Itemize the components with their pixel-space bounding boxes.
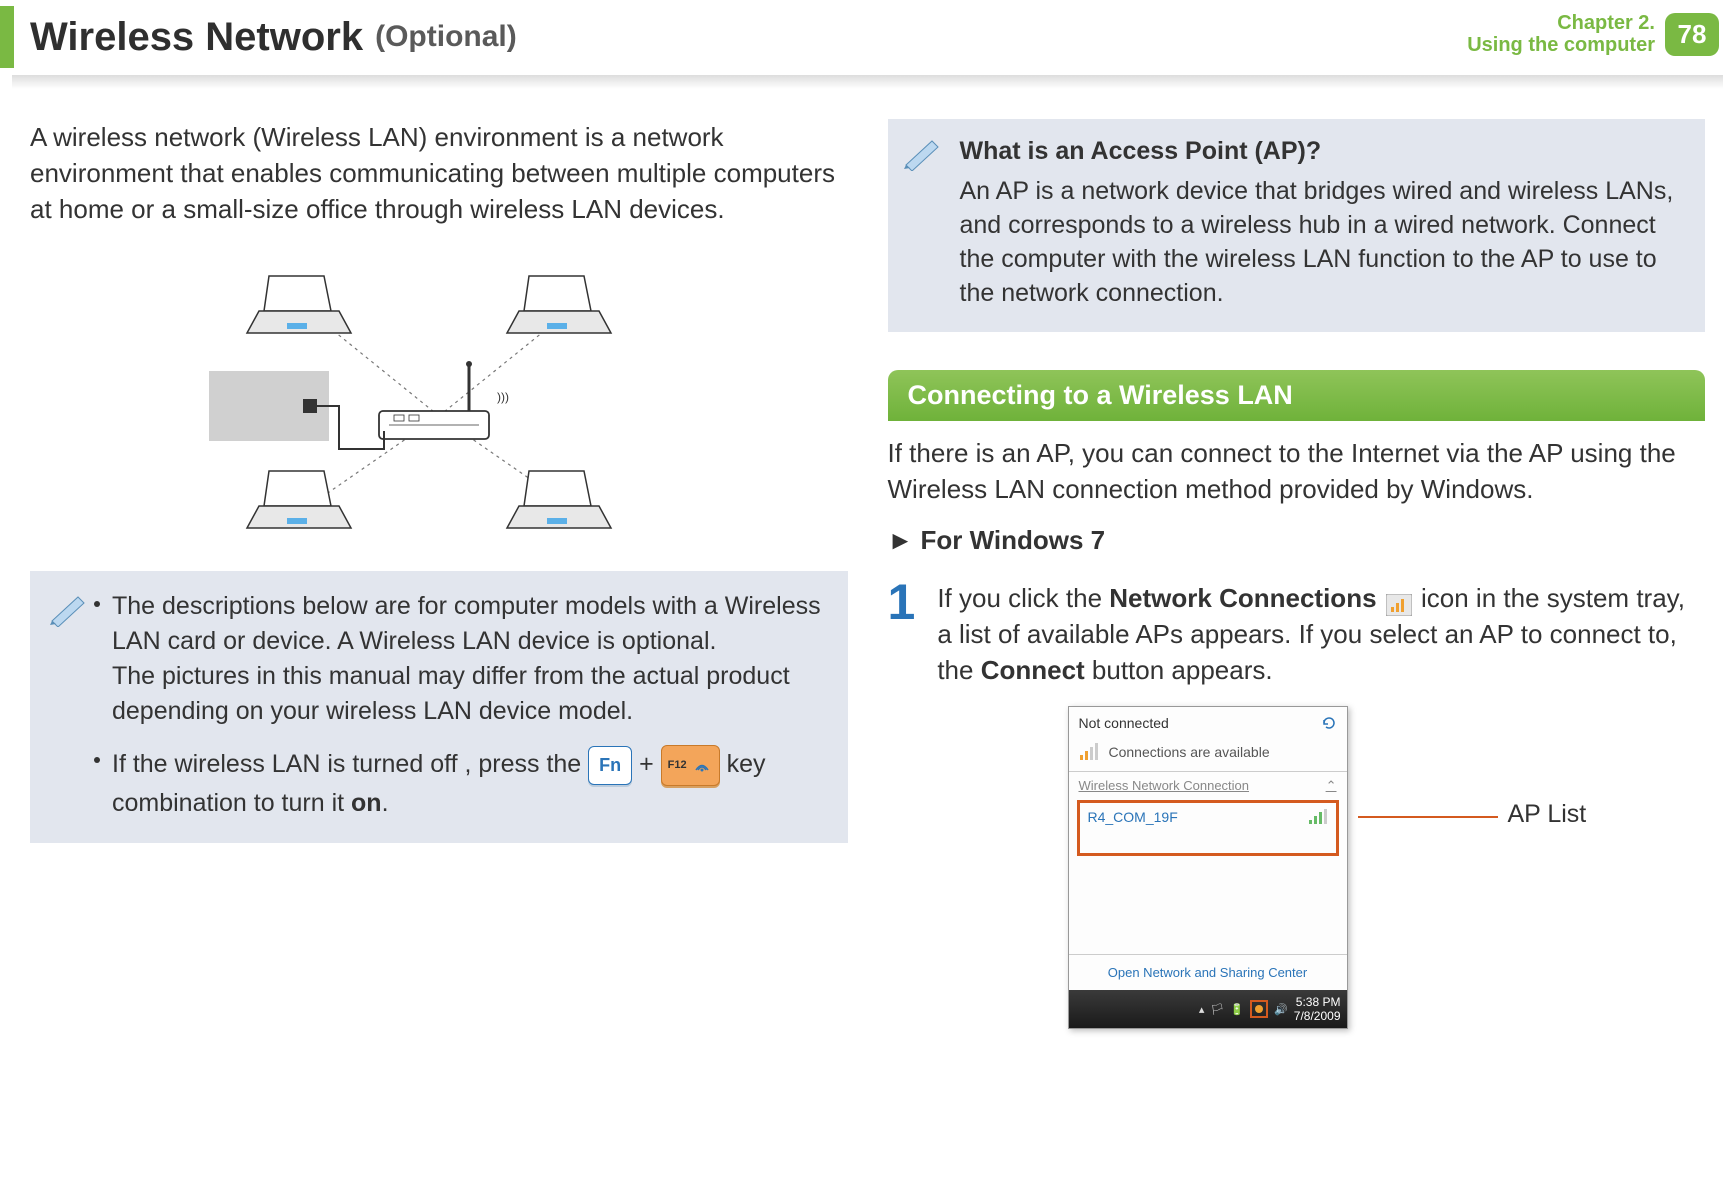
ap-list-item[interactable]: R4_COM_19F — [1077, 800, 1339, 856]
screenshot-callout-wrap: Not connected Connections are available … — [1068, 706, 1706, 1029]
intro-paragraph: A wireless network (Wireless LAN) enviro… — [30, 119, 848, 227]
ap-definition-box: What is an Access Point (AP)? An AP is a… — [888, 119, 1706, 332]
connections-row: Connections are available — [1069, 739, 1347, 771]
chapter-line-2: Using the computer — [1467, 34, 1655, 56]
network-connections-label: Network Connections — [1109, 583, 1376, 613]
callout-line — [1358, 816, 1498, 818]
section-intro: If there is an AP, you can connect to th… — [888, 435, 1706, 507]
note-on-word: on — [351, 789, 382, 817]
taskbar: ▴ 🏳 🔋 🔊 5:38 PM 7/8/2009 — [1069, 990, 1347, 1028]
ap-name-label: R4_COM_19F — [1088, 809, 1178, 825]
signal-bars-icon — [1308, 809, 1328, 825]
bullet-icon — [94, 601, 100, 607]
flag-icon[interactable]: 🏳 — [1210, 1003, 1224, 1016]
f12-key-label: F12 — [668, 748, 687, 783]
note-text-2a: If the wireless LAN is turned off , pres… — [112, 750, 588, 778]
note-period: . — [382, 789, 389, 817]
header-accent-bar — [0, 6, 14, 68]
chapter-line-1: Chapter 2. — [1467, 12, 1655, 34]
right-column: What is an Access Point (AP)? An AP is a… — [888, 119, 1706, 1029]
ap-question-heading: What is an Access Point (AP)? — [960, 137, 1684, 166]
clock-date: 7/8/2009 — [1294, 1009, 1341, 1023]
battery-icon[interactable]: 🔋 — [1230, 1003, 1244, 1016]
step-number-1: 1 — [888, 580, 916, 688]
note-text-1b: The pictures in this manual may differ f… — [112, 662, 790, 725]
connections-available-label: Connections are available — [1109, 744, 1270, 760]
network-connections-icon — [1386, 589, 1412, 611]
step-1-text: If you click the Network Connections ico… — [937, 580, 1705, 688]
tray-icons: ▴ 🏳 🔋 🔊 — [1199, 1000, 1288, 1018]
left-column: A wireless network (Wireless LAN) enviro… — [30, 119, 848, 1029]
volume-icon[interactable]: 🔊 — [1274, 1003, 1288, 1016]
chapter-info: Chapter 2. Using the computer — [1467, 12, 1655, 56]
note-icon — [48, 591, 88, 627]
network-popup-screenshot: Not connected Connections are available … — [1068, 706, 1348, 1029]
page-subtitle: (Optional) — [375, 20, 517, 54]
svg-text:))): ))) — [497, 390, 509, 404]
step1-part-a: If you click the — [937, 583, 1109, 613]
note-text-1a: The descriptions below are for computer … — [112, 592, 821, 655]
windows7-label: For Windows 7 — [920, 525, 1105, 555]
note-item-2: If the wireless LAN is turned off , pres… — [52, 745, 826, 821]
chevron-up-icon[interactable]: ⌃ — [1326, 778, 1337, 794]
step1-part-c: button appears. — [1085, 655, 1273, 685]
refresh-icon[interactable] — [1321, 715, 1337, 731]
note-box-left: The descriptions below are for computer … — [30, 571, 848, 843]
note-icon — [902, 135, 942, 171]
page-title: Wireless Network — [30, 15, 363, 60]
clock: 5:38 PM 7/8/2009 — [1294, 995, 1341, 1023]
ap-list-callout: AP List — [1508, 800, 1587, 829]
header-shadow — [12, 75, 1723, 89]
connect-word: Connect — [981, 655, 1085, 685]
f12-key-icon: F12 — [661, 745, 720, 786]
wireless-section-label: Wireless Network Connection — [1079, 778, 1250, 794]
network-tray-icon[interactable] — [1250, 1000, 1268, 1018]
step-1: 1 If you click the Network Connections i… — [888, 580, 1706, 688]
clock-time: 5:38 PM — [1294, 995, 1341, 1009]
page-number-badge: 78 — [1665, 13, 1719, 56]
page-header: Wireless Network (Optional) Chapter 2. U… — [0, 0, 1735, 75]
not-connected-label: Not connected — [1079, 715, 1169, 731]
popup-blank-area — [1069, 864, 1347, 954]
bullet-icon — [94, 757, 100, 763]
windows7-subheading: ► For Windows 7 — [888, 525, 1706, 556]
wlan-diagram: ))) — [189, 251, 689, 551]
section-heading-connecting: Connecting to a Wireless LAN — [888, 370, 1706, 421]
note-item-1: The descriptions below are for computer … — [52, 589, 826, 729]
ap-definition-body: An AP is a network device that bridges w… — [960, 174, 1684, 310]
fn-key-icon: Fn — [588, 746, 632, 785]
popup-header: Not connected — [1069, 707, 1347, 739]
open-network-center-link[interactable]: Open Network and Sharing Center — [1069, 954, 1347, 990]
signal-bars-icon — [1079, 743, 1101, 761]
plus-sign: + — [639, 750, 661, 778]
chevron-up-icon[interactable]: ▴ — [1199, 1003, 1205, 1016]
wireless-section-title: Wireless Network Connection ⌃ — [1069, 771, 1347, 796]
arrow-marker-icon: ► — [888, 525, 914, 555]
header-right-group: Chapter 2. Using the computer 78 — [1467, 12, 1719, 56]
